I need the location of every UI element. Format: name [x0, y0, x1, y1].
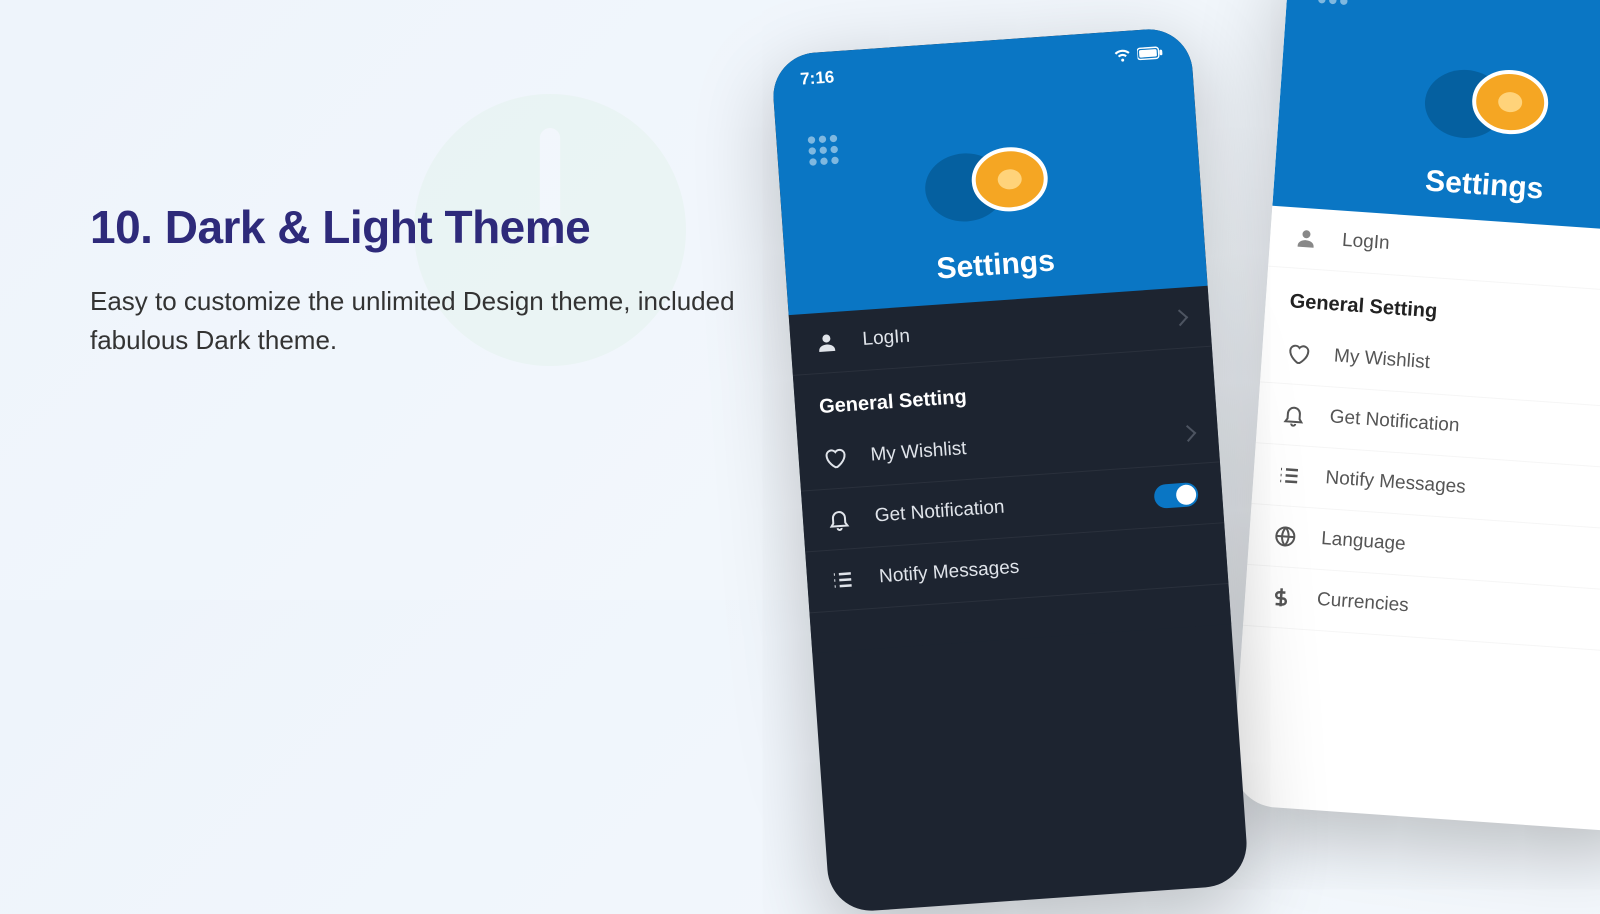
- app-logo-icon: [800, 127, 847, 174]
- list-icon: [1277, 463, 1303, 489]
- light-title: Settings: [1424, 164, 1544, 206]
- battery-icon: [1137, 44, 1164, 66]
- app-logo-icon: [1310, 0, 1357, 13]
- notification-label: Get Notification: [1329, 406, 1600, 451]
- login-label: LogIn: [862, 309, 1151, 351]
- bell-icon: [826, 506, 852, 532]
- login-label: LogIn: [1341, 230, 1600, 275]
- status-time: 7:16: [800, 67, 835, 89]
- hero-image: [1413, 46, 1569, 146]
- list-icon: [830, 567, 856, 593]
- feature-heading: 10. Dark & Light Theme: [90, 200, 770, 254]
- wifi-icon: [1113, 45, 1133, 69]
- phone-mockup-light: Settings LogIn General Setting My Wishli…: [1231, 0, 1600, 834]
- wishlist-label: My Wishlist: [1333, 345, 1600, 390]
- language-label: Language: [1320, 528, 1600, 573]
- dollar-icon: [1268, 585, 1294, 611]
- phone-mockup-dark: 7:16 Settings LogIn General Setting My W…: [771, 26, 1250, 913]
- chevron-right-icon: [1171, 309, 1188, 326]
- dark-title: Settings: [935, 244, 1055, 286]
- notification-toggle[interactable]: [1153, 482, 1199, 509]
- notify-messages-label: Notify Messages: [878, 544, 1203, 589]
- feature-description: Easy to customize the unlimited Design t…: [90, 282, 770, 360]
- statusbar: 7:16: [771, 40, 1192, 92]
- currencies-label: Currencies: [1316, 589, 1600, 634]
- notify-messages-label: Notify Messages: [1325, 467, 1600, 512]
- chevron-right-icon: [1179, 425, 1196, 442]
- bell-icon: [1281, 402, 1307, 428]
- notification-label: Get Notification: [874, 488, 1131, 528]
- light-hero: Settings: [1272, 0, 1600, 235]
- dark-hero: 7:16 Settings: [771, 26, 1208, 315]
- user-icon: [1293, 225, 1319, 251]
- hero-image: [911, 126, 1067, 226]
- heart-icon: [1285, 341, 1311, 367]
- globe-icon: [1273, 524, 1299, 550]
- wishlist-label: My Wishlist: [870, 425, 1159, 467]
- user-icon: [814, 330, 840, 356]
- heart-icon: [822, 445, 848, 471]
